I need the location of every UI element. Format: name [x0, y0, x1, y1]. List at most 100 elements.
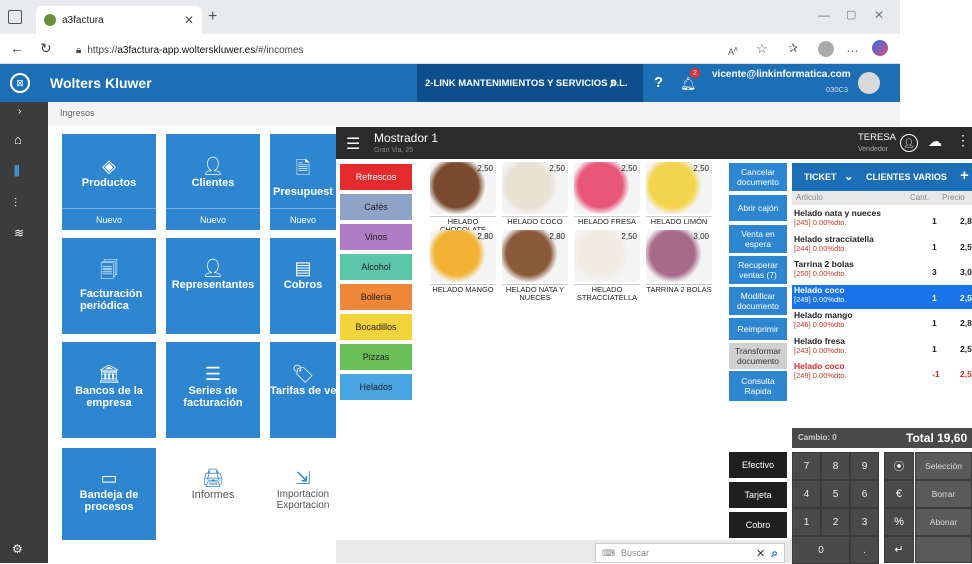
- refresh-icon[interactable]: ↻: [40, 40, 52, 57]
- category-button[interactable]: Alcohol: [340, 254, 412, 280]
- side-key-button[interactable]: Selección: [915, 452, 972, 480]
- action-button[interactable]: Abrir cajón: [729, 195, 787, 221]
- ticket-line[interactable]: Helado coco [249] 0.00%dto. -1 2,5: [792, 361, 972, 385]
- chevron-down-icon[interactable]: ⌄: [844, 170, 853, 183]
- favorite-star-icon[interactable]: ☆: [756, 41, 768, 57]
- client-selector[interactable]: CLIENTES VARIOS: [866, 172, 947, 182]
- tile-cobros[interactable]: ▤ Cobros: [270, 238, 336, 334]
- expand-nav-icon[interactable]: ›: [18, 106, 21, 117]
- read-aloud-icon[interactable]: Aʌ: [728, 44, 738, 57]
- settings-icon[interactable]: ⚙: [12, 542, 23, 556]
- tile-informes[interactable]: 🖨︎ Informes: [166, 448, 260, 540]
- search-icon[interactable]: ⌕: [771, 546, 778, 561]
- payment-button[interactable]: Efectivo: [729, 452, 787, 478]
- action-button[interactable]: Venta en espera: [729, 225, 787, 253]
- keypad-key[interactable]: 0: [792, 536, 850, 564]
- product-tile[interactable]: 2,50 HELADO STRACCIATELLA: [574, 230, 640, 302]
- enter-icon[interactable]: ↵: [884, 536, 914, 563]
- payment-button[interactable]: Tarjeta: [729, 482, 787, 508]
- tile-tarifas[interactable]: 🏷︎ Tarifas de ve: [270, 342, 336, 438]
- user-avatar-icon[interactable]: [858, 72, 880, 94]
- select-circle-icon[interactable]: ⦿: [884, 452, 914, 480]
- action-button[interactable]: Cancelar documento: [729, 163, 787, 191]
- keypad-key[interactable]: 5: [821, 480, 850, 508]
- ticket-line[interactable]: Helado stracciatella [244] 0.00%dto. 1 2,5: [792, 234, 972, 258]
- tile-bandeja[interactable]: ▭ Bandeja de procesos: [62, 448, 156, 540]
- tile-new-link[interactable]: Nuevo: [270, 208, 336, 230]
- income-chart-icon[interactable]: ⫼: [14, 164, 20, 179]
- keypad-key[interactable]: 3: [850, 508, 879, 536]
- kebab-menu-icon[interactable]: ⋮: [956, 132, 970, 149]
- ticket-type[interactable]: TICKET: [804, 172, 837, 182]
- action-button[interactable]: Reimprimir: [729, 318, 787, 340]
- tile-bancos[interactable]: 🏛︎ Bancos de la empresa: [62, 342, 156, 438]
- clear-search-icon[interactable]: ✕: [756, 547, 765, 560]
- keyboard-icon[interactable]: ⌨: [602, 548, 615, 559]
- tile-clientes[interactable]: 👤︎ Clientes Nuevo: [166, 134, 260, 230]
- action-button[interactable]: Transformar documento: [729, 343, 787, 369]
- add-icon[interactable]: +: [960, 167, 969, 184]
- keypad-key[interactable]: 8: [821, 452, 850, 480]
- close-tab-icon[interactable]: ✕: [184, 13, 194, 27]
- keypad-key[interactable]: .: [850, 536, 879, 564]
- minimize-icon[interactable]: —: [818, 8, 830, 22]
- action-button[interactable]: Consulta Rapida: [729, 371, 787, 401]
- user-email[interactable]: vicente@linkinformatica.com: [712, 69, 851, 80]
- side-key-button[interactable]: Borrar: [915, 480, 972, 508]
- product-tile[interactable]: 2,50HELADO CHOCOLATE: [430, 162, 496, 234]
- hamburger-menu-icon[interactable]: ☰: [346, 134, 360, 154]
- keypad-key[interactable]: 4: [792, 480, 821, 508]
- category-button[interactable]: Cafés: [340, 194, 412, 220]
- app-menu-icon[interactable]: ⊠: [10, 73, 30, 93]
- product-tile[interactable]: 2,50 HELADO COCO: [502, 162, 568, 226]
- category-button[interactable]: Bocadillos: [340, 314, 412, 340]
- keypad-key[interactable]: 6: [850, 480, 879, 508]
- ticket-line[interactable]: Helado fresa [243] 0.00%dto. 1 2,5: [792, 336, 972, 360]
- action-button[interactable]: Modificar documento: [729, 287, 787, 315]
- tile-facturacion-periodica[interactable]: 🗐︎ Facturación periódica: [62, 238, 156, 334]
- tab-actions-icon[interactable]: [8, 10, 22, 24]
- category-button[interactable]: Refrescos: [340, 164, 412, 190]
- category-button[interactable]: Bollería: [340, 284, 412, 310]
- category-button[interactable]: Helados: [340, 374, 412, 400]
- ticket-line[interactable]: Helado mango [246] 0.00%dto. 1 2,8: [792, 310, 972, 334]
- user-icon[interactable]: 👤︎: [900, 134, 918, 152]
- browser-tab[interactable]: a3factura ✕: [36, 6, 202, 34]
- category-button[interactable]: Vinos: [340, 224, 412, 250]
- tile-presupuestos[interactable]: 🗎︎ Presupuest Nuevo: [270, 134, 336, 230]
- layers-icon[interactable]: ≋: [14, 226, 24, 240]
- product-tile[interactable]: 3,00 TARRINA 2 BOLAS: [646, 230, 712, 294]
- product-tile[interactable]: 2,80 HELADO MANGO: [430, 230, 496, 294]
- tile-series[interactable]: ☰ Series de facturación: [166, 342, 260, 438]
- profile-avatar-icon[interactable]: [818, 41, 834, 57]
- euro-icon[interactable]: €: [884, 480, 914, 508]
- more-menu-icon[interactable]: …: [846, 40, 859, 55]
- back-icon[interactable]: ←: [10, 40, 24, 56]
- tile-new-link[interactable]: Nuevo: [62, 208, 156, 230]
- discount-icon[interactable]: %: [884, 508, 914, 536]
- keypad-key[interactable]: 9: [850, 452, 879, 480]
- address-bar[interactable]: 🔒︎ https://a3factura-app.wolterskluwer.e…: [76, 39, 636, 61]
- keypad-key[interactable]: 7: [792, 452, 821, 480]
- expenses-icon[interactable]: ⫶: [14, 196, 17, 211]
- ticket-line[interactable]: Tarrina 2 bolas [250] 0.00%dto. 3 3,0: [792, 259, 972, 283]
- payment-button[interactable]: Cobro: [729, 512, 787, 538]
- action-button[interactable]: Recuperar ventas (7): [729, 256, 787, 284]
- maximize-icon[interactable]: ▢: [846, 8, 856, 21]
- home-icon[interactable]: ⌂: [14, 132, 22, 147]
- tile-importacion[interactable]: ⇲ Importacion Exportacion: [270, 448, 336, 540]
- product-tile[interactable]: 2,80 HELADO NATA Y NUECES: [502, 230, 568, 302]
- product-tile[interactable]: 2,50 HELADO FRESA: [574, 162, 640, 226]
- search-field[interactable]: ⌨ Buscar ✕ ⌕: [595, 543, 785, 563]
- close-window-icon[interactable]: ✕: [874, 8, 884, 22]
- tile-new-link[interactable]: Nuevo: [166, 208, 260, 230]
- ticket-line[interactable]: Helado nata y nueces [245] 0.00%dto. 1 2,8: [792, 208, 972, 232]
- favorites-icon[interactable]: ✰: [788, 41, 798, 55]
- product-tile[interactable]: 2,50 HELADO LIMÓN: [646, 162, 712, 226]
- new-tab-icon[interactable]: +: [208, 8, 217, 26]
- side-key-button[interactable]: Abonar: [915, 508, 972, 536]
- bell-icon[interactable]: 🔔︎: [680, 76, 697, 92]
- category-button[interactable]: Pizzas: [340, 344, 412, 370]
- search-icon[interactable]: ⌕: [610, 74, 618, 91]
- help-icon[interactable]: ?: [654, 74, 663, 91]
